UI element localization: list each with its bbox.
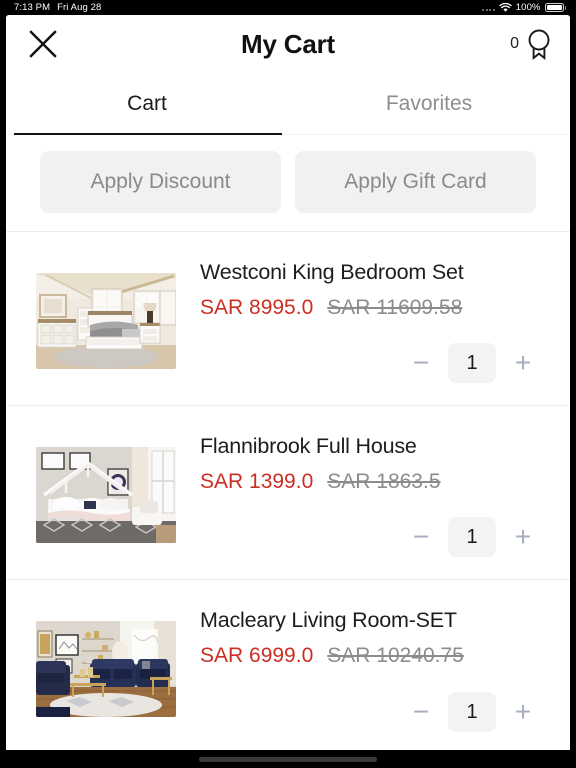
increase-quantity-button[interactable]: + xyxy=(510,348,536,378)
quantity-value[interactable]: 1 xyxy=(448,517,496,557)
tab-bar: Cart Favorites xyxy=(6,73,570,135)
status-bar-right: 100% xyxy=(482,2,576,13)
quantity-value[interactable]: 1 xyxy=(448,692,496,732)
decrease-quantity-button[interactable]: − xyxy=(408,697,434,727)
white-house-frame-bed-photo xyxy=(36,446,176,543)
decrease-quantity-button[interactable]: − xyxy=(408,348,434,378)
product-name: Macleary Living Room-SET xyxy=(200,608,457,632)
product-thumbnail[interactable] xyxy=(36,621,176,717)
tab-cart[interactable]: Cart xyxy=(6,73,288,135)
close-button[interactable] xyxy=(20,21,66,67)
home-indicator-area xyxy=(0,750,576,768)
product-name: Westconi King Bedroom Set xyxy=(200,260,464,284)
white-bedroom-set-photo xyxy=(36,272,176,369)
price-line: SAR 1399.0 SAR 1863.5 xyxy=(200,470,550,494)
product-price-original: SAR 10240.75 xyxy=(327,643,464,667)
tab-active-indicator xyxy=(14,132,282,135)
increase-quantity-button[interactable]: + xyxy=(510,697,536,727)
status-bar: 7:13 PM Fri Aug 28 100% xyxy=(0,0,576,15)
apply-gift-card-button[interactable]: Apply Gift Card xyxy=(295,151,536,213)
product-name: Flannibrook Full House xyxy=(200,434,417,458)
product-price-original: SAR 11609.58 xyxy=(327,295,463,319)
promo-actions: Apply Discount Apply Gift Card xyxy=(6,135,570,231)
apply-discount-button[interactable]: Apply Discount xyxy=(40,151,281,213)
award-ribbon-icon xyxy=(528,29,550,60)
rewards-count: 0 xyxy=(510,35,519,52)
page-title: My Cart xyxy=(241,28,335,59)
tab-favorites[interactable]: Favorites xyxy=(288,73,570,135)
battery-full-icon xyxy=(544,3,566,12)
cart-item-row[interactable]: Westconi King Bedroom Set SAR 8995.0 SAR… xyxy=(6,232,570,406)
tab-cart-label: Cart xyxy=(127,92,167,115)
app-window: My Cart 0 Cart Favorites Apply Discount … xyxy=(6,15,570,750)
increase-quantity-button[interactable]: + xyxy=(510,522,536,552)
product-thumbnail[interactable] xyxy=(36,446,176,543)
product-price-current: SAR 1399.0 xyxy=(200,469,314,493)
cart-item-list: Westconi King Bedroom Set SAR 8995.0 SAR… xyxy=(6,232,570,750)
wifi-icon xyxy=(499,2,512,12)
price-line: SAR 8995.0 SAR 11609.58 xyxy=(200,296,550,320)
cart-item-info: Flannibrook Full House SAR 1399.0 SAR 18… xyxy=(176,428,550,561)
status-bar-left: 7:13 PM Fri Aug 28 xyxy=(0,2,101,13)
product-price-original: SAR 1863.5 xyxy=(327,469,441,493)
tab-favorites-label: Favorites xyxy=(385,92,473,115)
quantity-stepper: − 1 + xyxy=(200,692,550,736)
cart-item-info: Macleary Living Room-SET SAR 6999.0 SAR … xyxy=(176,602,550,736)
battery-percent-label: 100% xyxy=(515,2,541,13)
status-date: Fri Aug 28 xyxy=(57,2,102,13)
cart-item-info: Westconi King Bedroom Set SAR 8995.0 SAR… xyxy=(176,254,550,387)
price-line: SAR 6999.0 SAR 10240.75 xyxy=(200,644,550,668)
decrease-quantity-button[interactable]: − xyxy=(408,522,434,552)
cart-item-row[interactable]: Flannibrook Full House SAR 1399.0 SAR 18… xyxy=(6,406,570,580)
product-price-current: SAR 8995.0 xyxy=(200,295,314,319)
home-indicator[interactable] xyxy=(199,756,377,762)
product-price-current: SAR 6999.0 xyxy=(200,643,314,667)
cart-item-row[interactable]: Macleary Living Room-SET SAR 6999.0 SAR … xyxy=(6,580,570,750)
cellular-dots-icon xyxy=(482,5,495,11)
close-x-icon xyxy=(29,30,57,58)
rewards-badge-button[interactable]: 0 xyxy=(510,28,552,60)
navigation-bar: My Cart 0 xyxy=(6,15,570,73)
product-thumbnail[interactable] xyxy=(36,272,176,369)
quantity-value[interactable]: 1 xyxy=(448,343,496,383)
navy-blue-living-room-set-photo xyxy=(36,621,176,717)
status-time: 7:13 PM xyxy=(14,2,51,13)
quantity-stepper: − 1 + xyxy=(200,343,550,387)
quantity-stepper: − 1 + xyxy=(200,517,550,561)
